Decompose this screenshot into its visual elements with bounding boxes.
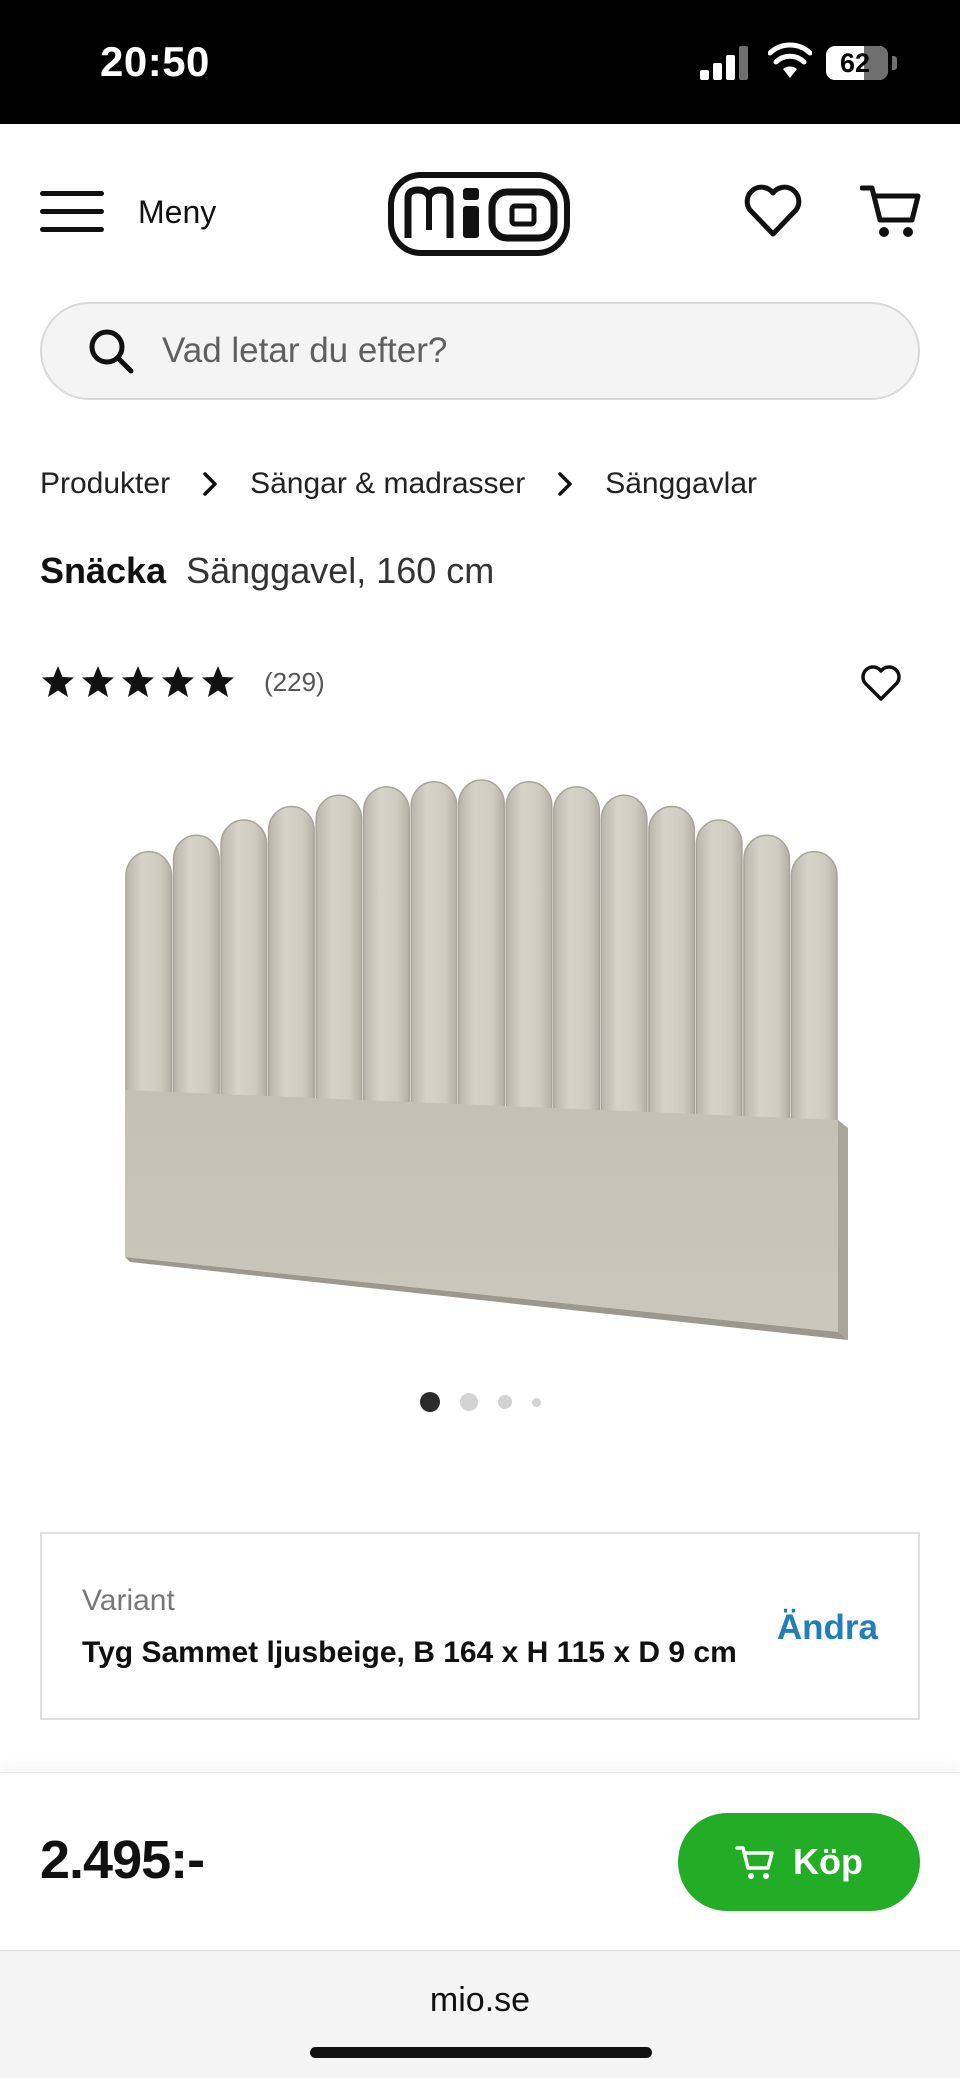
battery-icon: 62	[826, 46, 888, 80]
headboard-panel	[362, 786, 410, 1104]
headboard-panel	[553, 786, 601, 1112]
breadcrumb-sanggavlar[interactable]: Sänggavlar	[605, 467, 757, 501]
menu-label: Meny	[138, 193, 217, 230]
wishlist-heart-icon[interactable]	[742, 180, 804, 242]
product-name: Snäcka	[40, 550, 167, 591]
headboard-panel	[648, 805, 696, 1116]
cart-icon	[735, 1846, 774, 1879]
menu-button[interactable]: Meny	[40, 182, 240, 242]
search-icon	[89, 329, 134, 374]
headboard-panel	[600, 794, 648, 1114]
breadcrumb: Produkter Sängar & madrasser Sänggavlar	[40, 462, 757, 506]
purchase-bar: 2.495:- Köp	[0, 1772, 960, 1950]
headboard-panel	[790, 851, 838, 1122]
carousel-dot[interactable]	[459, 1393, 478, 1411]
star-icon	[202, 666, 234, 697]
site-header: Meny	[0, 124, 960, 296]
battery-level: 62	[839, 48, 871, 78]
breadcrumb-sangar-madrasser[interactable]: Sängar & madrasser	[250, 467, 525, 501]
add-to-wishlist-heart-icon[interactable]	[860, 662, 902, 704]
variant-value: Tyg Sammet ljusbeige, B 164 x H 115 x D …	[82, 1636, 737, 1669]
star-icon	[162, 666, 194, 697]
chevron-right-icon	[170, 469, 250, 499]
breadcrumb-produkter[interactable]: Produkter	[40, 467, 170, 501]
variant-selector[interactable]: Variant Tyg Sammet ljusbeige, B 164 x H …	[40, 1532, 920, 1720]
headboard-panel	[267, 805, 315, 1100]
carousel-dots	[0, 1390, 960, 1414]
signal-icon	[700, 46, 752, 80]
wifi-icon	[768, 42, 812, 78]
headboard-panel	[695, 819, 743, 1118]
product-image-headboard[interactable]	[100, 760, 860, 1360]
headboard-panel	[410, 781, 458, 1106]
browser-url-bar[interactable]: mio.se	[0, 1950, 960, 2078]
mio-logo[interactable]	[388, 172, 570, 256]
carousel-dot[interactable]	[497, 1395, 512, 1409]
carousel-dot[interactable]	[419, 1392, 440, 1412]
search-bar[interactable]	[40, 302, 920, 400]
status-time: 20:50	[100, 38, 210, 85]
status-bar: 20:50 62	[0, 0, 960, 124]
product-rating[interactable]: (229)	[40, 664, 325, 700]
change-variant-link[interactable]: Ändra	[777, 1608, 878, 1648]
search-input[interactable]	[162, 331, 862, 371]
buy-label: Köp	[793, 1841, 863, 1882]
carousel-dot[interactable]	[531, 1397, 541, 1407]
headboard-panel	[315, 794, 363, 1102]
headboard-panel	[505, 781, 553, 1110]
rating-count: (229)	[264, 666, 325, 697]
headboard-panel	[125, 851, 173, 1094]
variant-label: Variant	[82, 1584, 175, 1617]
rating-stars	[40, 664, 240, 700]
cart-icon[interactable]	[860, 180, 922, 242]
product-price: 2.495:-	[40, 1830, 205, 1890]
url-text: mio.se	[429, 1981, 531, 2019]
home-indicator[interactable]	[310, 2047, 652, 2058]
star-icon	[42, 666, 74, 697]
star-icon	[122, 666, 154, 697]
star-icon	[82, 666, 114, 697]
hamburger-icon	[40, 187, 106, 237]
battery-cap	[892, 56, 897, 70]
headboard-panel	[172, 834, 220, 1096]
headboard-panel	[457, 779, 506, 1108]
headboard-panel	[743, 834, 791, 1120]
chevron-right-icon	[525, 469, 605, 499]
page-title: Snäcka Sänggavel, 160 cm	[40, 550, 494, 592]
buy-button[interactable]: Köp	[678, 1813, 920, 1911]
headboard-panel	[220, 819, 268, 1098]
product-subtitle: Sänggavel, 160 cm	[186, 550, 495, 591]
